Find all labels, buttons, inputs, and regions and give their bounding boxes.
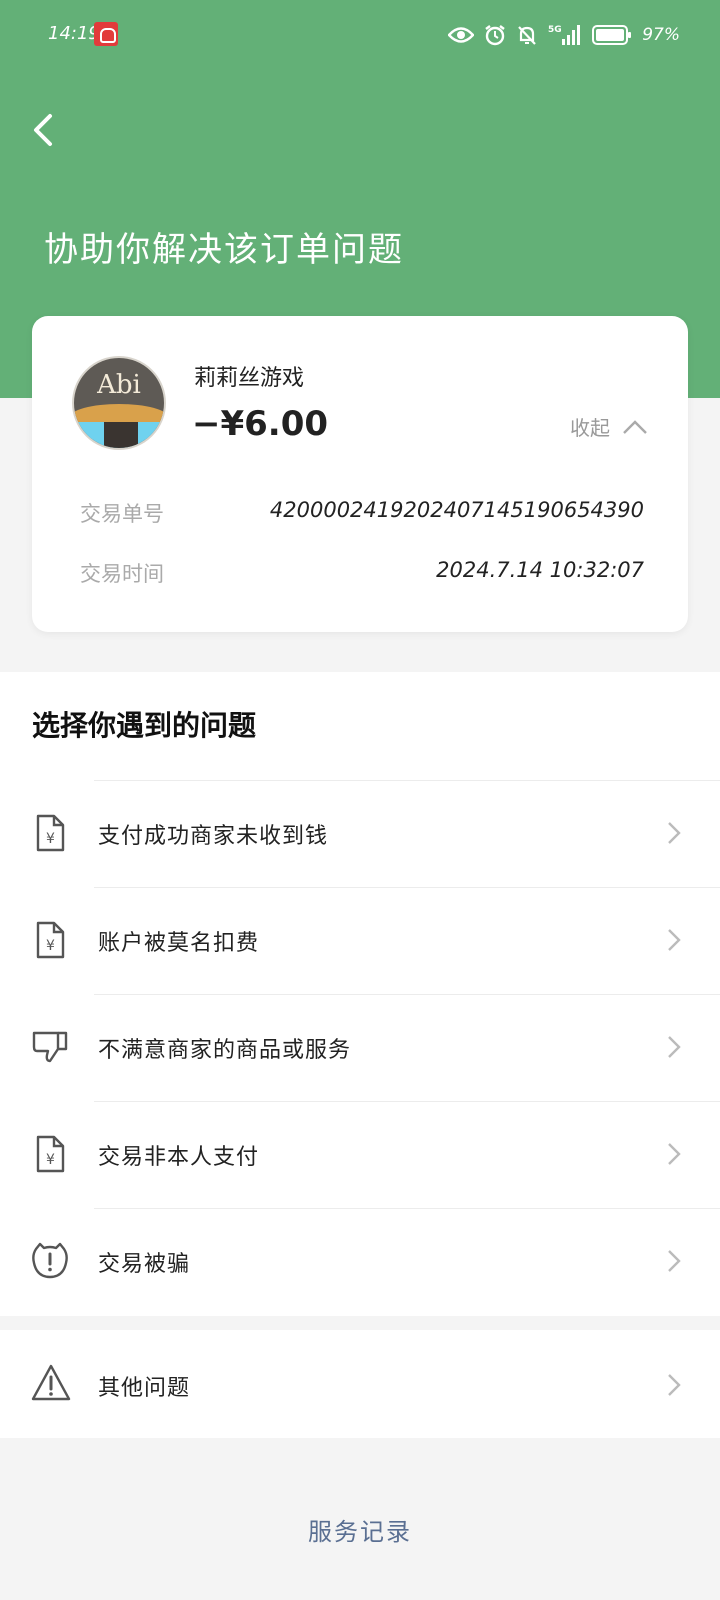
svg-text:¥: ¥ bbox=[46, 1152, 55, 1168]
section-divider bbox=[0, 1316, 720, 1328]
divider bbox=[94, 994, 720, 995]
bell-muted-icon bbox=[518, 26, 537, 45]
detail-row-order-time: 交易时间 2024.7.14 10:32:07 bbox=[80, 558, 644, 588]
service-record-link[interactable]: 服务记录 bbox=[0, 1512, 720, 1547]
chevron-right-icon bbox=[668, 1143, 681, 1165]
detail-value: 2024.7.14 10:32:07 bbox=[436, 558, 644, 582]
detail-row-order-number: 交易单号 4200002419202407145190654390 bbox=[80, 498, 644, 528]
list-item-other[interactable]: 其他问题 bbox=[0, 1330, 720, 1438]
receipt-yen-icon: ¥ bbox=[36, 1135, 65, 1173]
battery-percent: 97% bbox=[642, 25, 680, 45]
detail-label: 交易单号 bbox=[80, 502, 164, 526]
merchant-name: 莉莉丝游戏 bbox=[194, 366, 305, 391]
list-item[interactable]: ¥ 支付成功商家未收到钱 bbox=[0, 780, 720, 887]
alarm-icon bbox=[485, 25, 505, 46]
thumbs-down-icon bbox=[32, 1031, 68, 1063]
item-label: 账户被莫名扣费 bbox=[98, 931, 260, 956]
page-title: 协助你解决该订单问题 bbox=[44, 230, 404, 270]
section-title: 选择你遇到的问题 bbox=[32, 709, 257, 742]
problem-list: ¥ 支付成功商家未收到钱 ¥ 账户被莫名扣费 不满意商家的商品或服务 ¥ 交易非… bbox=[0, 780, 720, 1315]
avatar-text: Abi bbox=[97, 370, 141, 400]
divider bbox=[94, 887, 720, 888]
divider bbox=[94, 1208, 720, 1209]
eye-icon bbox=[448, 27, 475, 43]
order-amount: −¥6.00 bbox=[192, 404, 329, 444]
list-item[interactable]: ¥ 交易非本人支付 bbox=[0, 1101, 720, 1208]
divider bbox=[94, 1101, 720, 1102]
svg-text:¥: ¥ bbox=[46, 938, 55, 954]
collapse-label: 收起 bbox=[570, 416, 610, 440]
battery-icon bbox=[592, 25, 632, 45]
chevron-right-icon bbox=[668, 1036, 681, 1058]
detail-label: 交易时间 bbox=[80, 562, 164, 586]
receipt-yen-icon: ¥ bbox=[36, 921, 65, 959]
back-button[interactable] bbox=[26, 110, 66, 150]
list-item[interactable]: 交易被骗 bbox=[0, 1208, 720, 1315]
order-card: Abi 莉莉丝游戏 −¥6.00 收起 交易单号 420000241920240… bbox=[32, 316, 688, 632]
svg-text:¥: ¥ bbox=[46, 831, 55, 847]
list-item[interactable]: 不满意商家的商品或服务 bbox=[0, 994, 720, 1101]
item-label: 其他问题 bbox=[98, 1376, 191, 1401]
item-label: 支付成功商家未收到钱 bbox=[98, 824, 329, 849]
item-label: 不满意商家的商品或服务 bbox=[98, 1038, 352, 1063]
detail-value: 4200002419202407145190654390 bbox=[269, 498, 644, 522]
chevron-right-icon bbox=[668, 929, 681, 951]
item-label: 交易被骗 bbox=[98, 1252, 191, 1277]
receipt-yen-icon: ¥ bbox=[36, 814, 65, 852]
status-indicators: 5G 97% bbox=[448, 20, 680, 50]
alert-face-icon bbox=[32, 1242, 68, 1279]
chevron-up-icon bbox=[623, 419, 647, 434]
app-notification-icon bbox=[94, 22, 118, 46]
warning-triangle-icon bbox=[31, 1364, 71, 1401]
divider bbox=[94, 780, 720, 781]
collapse-toggle[interactable]: 收起 bbox=[570, 412, 648, 441]
item-label: 交易非本人支付 bbox=[98, 1145, 260, 1170]
merchant-avatar: Abi bbox=[72, 356, 166, 450]
chevron-right-icon bbox=[668, 822, 681, 844]
signal-5g-icon: 5G bbox=[548, 25, 581, 45]
status-time: 14:19 bbox=[48, 23, 100, 44]
chevron-right-icon bbox=[668, 1374, 681, 1396]
status-bar: 14:19 5G 97% bbox=[0, 0, 720, 70]
list-item[interactable]: ¥ 账户被莫名扣费 bbox=[0, 887, 720, 994]
svg-text:5G: 5G bbox=[548, 25, 562, 35]
chevron-right-icon bbox=[668, 1250, 681, 1272]
